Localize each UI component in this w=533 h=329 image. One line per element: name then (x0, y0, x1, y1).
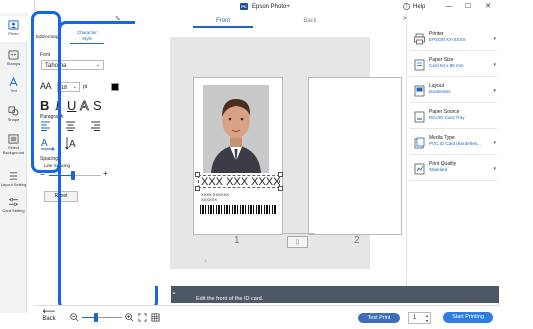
copies-value: 1 (413, 315, 417, 321)
paper-size-icon (414, 59, 425, 71)
canvas-edge-marker-left: ʟ (205, 258, 208, 264)
nav-label: Text (9, 88, 18, 93)
bottom-bar: ⟵ Back Test Print 1 ▴ ▾ Start Printing (34, 305, 499, 329)
svg-text:?: ? (405, 4, 407, 9)
back-button[interactable]: ⟵ Back (38, 306, 60, 323)
background-icon (8, 134, 19, 144)
help-label: Help (413, 3, 426, 10)
back-card[interactable] (308, 77, 402, 235)
setting-printer[interactable]: Printer EPSON XX-XXXX ▾ (410, 29, 497, 51)
nav-item-layout-setting[interactable]: Layout Setting (0, 170, 27, 192)
help-button[interactable]: ? Help (403, 3, 425, 10)
maximize-button[interactable]: ☐ (462, 2, 474, 11)
nav-label: Shape (7, 117, 20, 122)
settings-panel: > Printer EPSON XX-XXXX ▾ Paper Size Car… (403, 13, 499, 286)
nav-label: Layout Setting (0, 182, 27, 187)
shape-icon (8, 106, 19, 116)
setting-value: Disc/ID Card Tray (429, 115, 465, 120)
name-text-box[interactable]: XXX XXX XXXX (198, 175, 280, 188)
text-icon (9, 77, 18, 87)
chevron-down-icon: ▾ (493, 36, 496, 42)
print-quality-icon (414, 163, 425, 175)
nav-label: Photo (8, 31, 19, 36)
nav-item-stamps[interactable]: Stamps (0, 48, 27, 70)
app-title: PC Epson Photo+ (240, 3, 290, 10)
nav-label: Card Setting (2, 208, 25, 213)
card-setting-icon (8, 198, 19, 206)
fit-screen-icon[interactable] (138, 313, 147, 322)
guide-bar: ⌄ Edit the front of the ID card. (171, 286, 499, 303)
swap-card-button[interactable]: ⇩ (287, 236, 308, 248)
photo-icon (8, 20, 19, 30)
card-divider (283, 233, 315, 234)
setting-paper-size[interactable]: Paper Size Card 54 x 86 mm ▾ (410, 55, 497, 77)
back-arrow-icon: ⟵ (42, 306, 56, 316)
app-logo-icon: PC (240, 3, 248, 10)
setting-value: Standard (429, 167, 448, 172)
page-number-1: 1 (234, 235, 240, 246)
zoom-slider-handle[interactable] (94, 313, 98, 322)
nav-label: Select Background (2, 145, 25, 155)
minimize-button[interactable]: — (443, 2, 455, 11)
chevron-down-icon: ▾ (493, 88, 496, 94)
chevron-down-icon: ▾ (493, 62, 496, 68)
resize-handle[interactable] (195, 172, 200, 177)
chevron-down-icon: ▾ (493, 166, 496, 172)
page-number-2: 2 (354, 235, 360, 246)
test-print-button[interactable]: Test Print (358, 313, 400, 323)
setting-layout[interactable]: Layout Borderless ▾ (410, 81, 497, 103)
chevron-down-icon: ▾ (493, 140, 496, 146)
setting-paper-source[interactable]: Paper Source Disc/ID Card Tray (410, 107, 497, 129)
copies-stepper[interactable]: 1 ▴ ▾ (408, 312, 431, 324)
card-text-line2[interactable]: XXXXXX (201, 197, 217, 202)
card-canvas: XXX XXX XXXX XXXX XXXXXX XXXXXX 1 ⇩ 2 (170, 37, 402, 269)
layout-setting-icon (9, 172, 18, 180)
setting-value: PVC ID Card (Borderles... (429, 141, 481, 146)
zoom-out-icon[interactable] (70, 313, 79, 322)
setting-value: Card 54 x 86 mm (429, 63, 464, 68)
nav-label: Stamps (6, 61, 21, 66)
nav-item-card-setting[interactable]: Card Setting (0, 196, 27, 218)
zoom-in-icon[interactable] (125, 313, 134, 322)
guide-collapse-icon[interactable]: ⌄ (171, 288, 177, 296)
stepper-arrows-icon[interactable]: ▴ ▾ (426, 313, 428, 323)
nav-item-background[interactable]: Select Background (0, 132, 27, 162)
left-nav: Photo Stamps Text Shape Select Backgroun… (0, 13, 27, 313)
collapse-panel-icon[interactable]: > (403, 16, 407, 22)
barcode[interactable] (200, 205, 276, 214)
close-button[interactable]: ✕ (482, 2, 494, 11)
preview-area: Front Back ⩲ XXX XXX XXXX (135, 13, 402, 286)
tab-back[interactable]: Back (280, 18, 340, 24)
setting-print-quality[interactable]: Print Quality Standard ▾ (410, 159, 497, 181)
stamps-icon (8, 50, 19, 60)
resize-handle[interactable] (278, 172, 283, 177)
printer-icon (414, 33, 425, 45)
help-icon: ? (403, 3, 410, 10)
nav-highlight-annotation (31, 11, 61, 173)
nav-item-shape[interactable]: Shape (0, 104, 27, 126)
setting-value: EPSON XX-XXXX (429, 37, 466, 42)
media-type-icon (414, 137, 425, 149)
guide-text: Edit the front of the ID card. (196, 296, 264, 302)
front-card[interactable]: XXX XXX XXXX XXXX XXXXXX XXXXXX (193, 77, 283, 235)
resize-handle[interactable] (278, 186, 283, 191)
tab-front[interactable]: Front (193, 18, 253, 28)
app-title-text: Epson Photo+ (252, 3, 290, 10)
layout-icon (414, 85, 425, 97)
setting-value: Borderless (429, 89, 451, 94)
nav-item-text[interactable]: Text (0, 75, 27, 97)
setting-media-type[interactable]: Media Type PVC ID Card (Borderles... ▾ (410, 133, 497, 155)
title-bar: PC Epson Photo+ ? Help — ☐ ✕ (35, 0, 500, 13)
back-label: Back (42, 316, 56, 322)
start-printing-button[interactable]: Start Printing (443, 312, 493, 323)
nav-item-photo[interactable]: Photo (0, 16, 27, 42)
portrait-photo[interactable] (203, 85, 269, 173)
paper-source-icon (414, 111, 425, 123)
card-name-text: XXX XXX XXXX (201, 176, 281, 188)
resize-handle[interactable] (195, 186, 200, 191)
grid-icon[interactable] (151, 313, 160, 322)
